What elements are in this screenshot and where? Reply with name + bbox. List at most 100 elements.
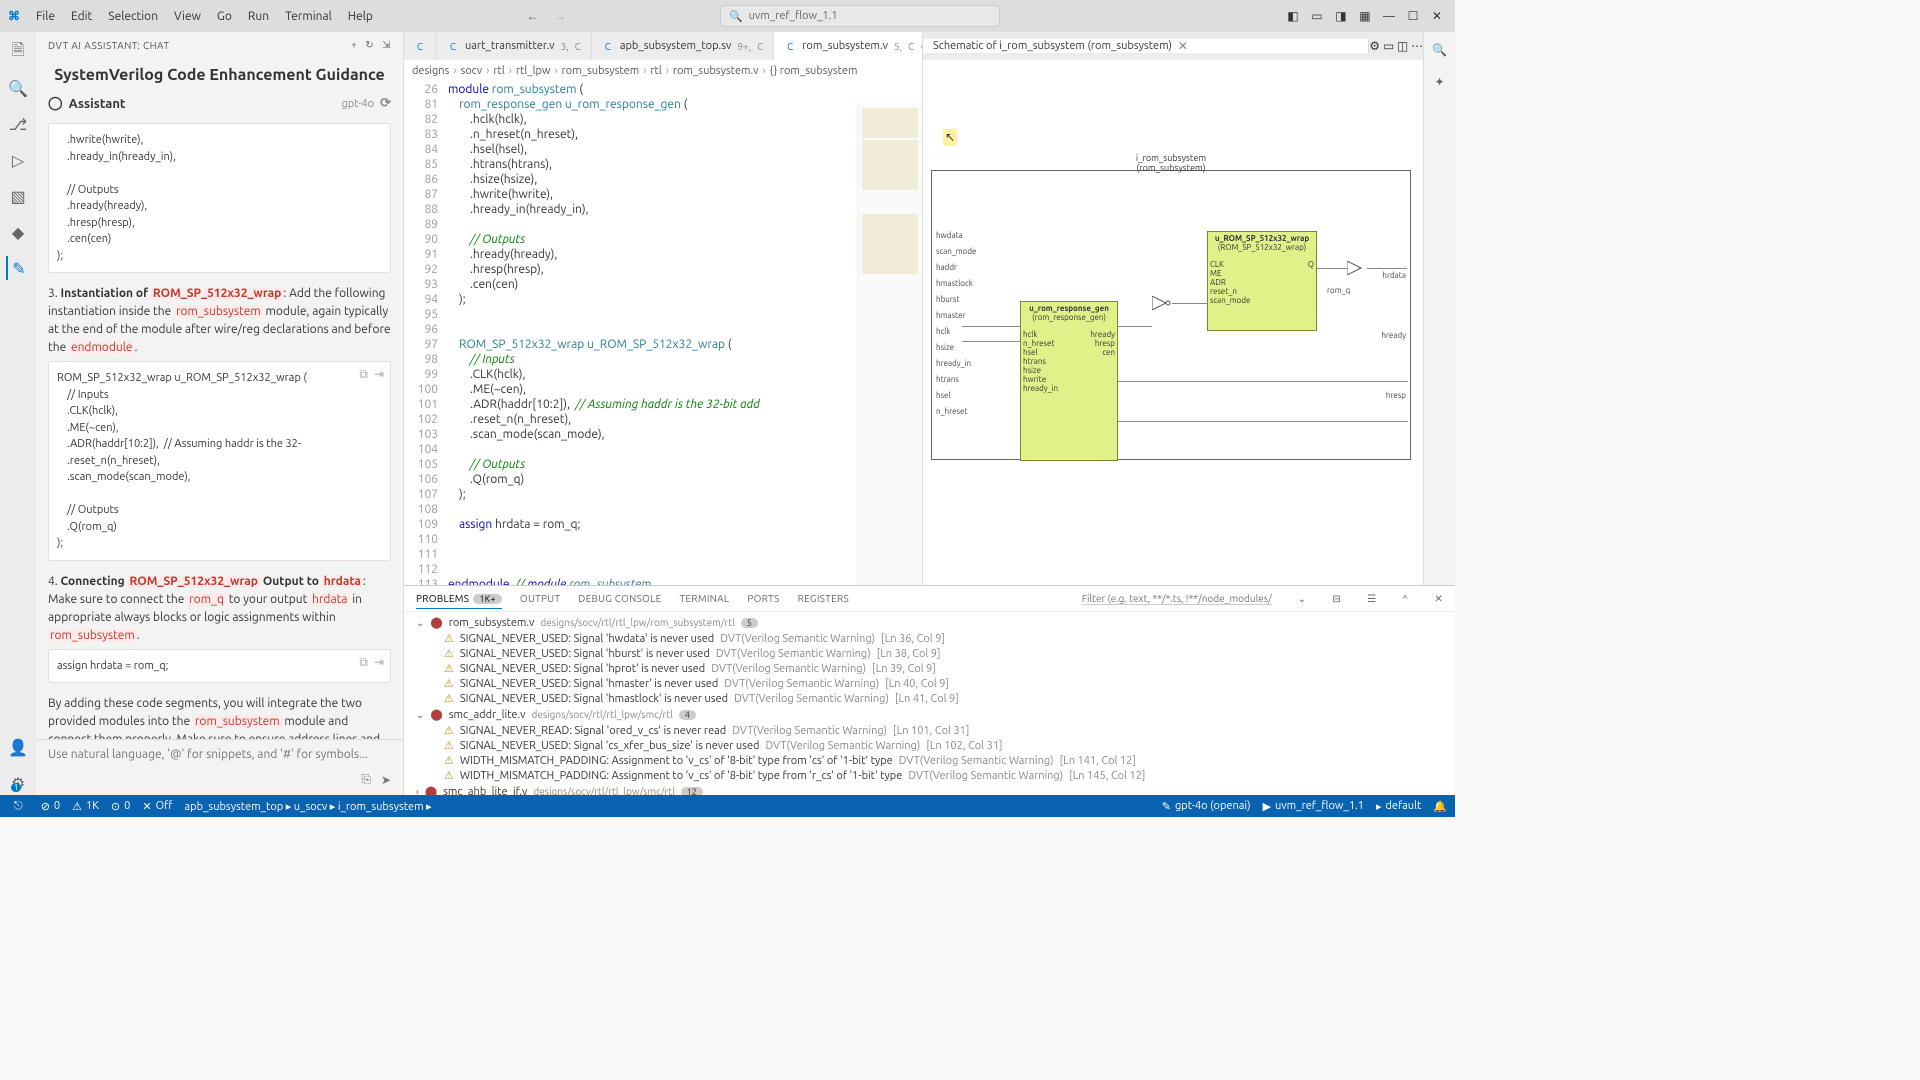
tab-apb[interactable]: Capb_subsystem_top.sv 9+,C — [592, 32, 774, 60]
close-tab-icon[interactable]: ✕ — [1178, 39, 1188, 53]
history-icon[interactable]: ↻ — [365, 39, 374, 51]
problem-item[interactable]: ⚠WIDTH_MISMATCH_PADDING: Assignment to '… — [404, 753, 1455, 768]
menu-file[interactable]: File — [28, 10, 63, 23]
tab-registers[interactable]: REGISTERS — [798, 589, 849, 608]
minimap[interactable] — [857, 104, 922, 585]
breadcrumbs[interactable]: designs› socv› rtl› rtl_lpw› rom_subsyst… — [404, 60, 922, 82]
menu-terminal[interactable]: Terminal — [277, 10, 340, 23]
run-debug-icon[interactable]: ▷ — [6, 148, 30, 172]
menu-help[interactable]: Help — [340, 10, 381, 23]
problem-file-row[interactable]: ⌄⬤ smc_addr_lite.v designs/socv/rtl/rtl_… — [404, 706, 1455, 723]
problem-item[interactable]: ⚠SIGNAL_NEVER_USED: Signal 'hmastlock' i… — [404, 691, 1455, 706]
close-panel-icon[interactable]: ✕ — [1434, 593, 1443, 605]
dvt-icon[interactable]: ◆ — [6, 220, 30, 244]
remote-indicator[interactable]: ⎋ — [8, 800, 29, 813]
status-warnings[interactable]: ⚠ 1K — [72, 800, 99, 813]
chevron-down-icon[interactable]: ⌄ — [416, 617, 424, 629]
chevron-down-icon[interactable]: › — [416, 786, 419, 795]
nav-forward-icon[interactable]: → — [550, 6, 570, 26]
command-center[interactable]: 🔍 uvm_ref_flow_1.1 — [720, 5, 1000, 27]
crumb[interactable]: rom_subsystem.v — [673, 65, 759, 77]
problem-item[interactable]: ⚠SIGNAL_NEVER_USED: Signal 'cs_xfer_bus_… — [404, 738, 1455, 753]
status-build[interactable]: ▸ default — [1376, 800, 1421, 813]
schematic-top-module[interactable]: i_rom_subsystem(rom_subsystem) hwdatasca… — [931, 170, 1411, 460]
problem-item[interactable]: ⚠WIDTH_MISMATCH_PADDING: Assignment to '… — [404, 768, 1455, 783]
layout-panel-icon[interactable]: ▭ — [1307, 6, 1327, 26]
window-close-icon[interactable]: ✕ — [1427, 6, 1447, 26]
problem-file-row[interactable]: ⌄⬤ rom_subsystem.v designs/socv/rtl/rtl_… — [404, 614, 1455, 631]
menu-run[interactable]: Run — [240, 10, 277, 23]
chat-input[interactable] — [48, 748, 391, 761]
problem-item[interactable]: ⚠SIGNAL_NEVER_USED: Signal 'hmaster' is … — [404, 676, 1455, 691]
status-project[interactable]: ▶ uvm_ref_flow_1.1 — [1263, 800, 1364, 813]
more-actions-icon[interactable]: ⋯ — [1411, 40, 1423, 53]
attach-icon[interactable]: ⎘ — [361, 773, 371, 787]
close-tab-icon[interactable]: ● — [920, 39, 922, 53]
problems-filter-input[interactable] — [1082, 593, 1272, 605]
schematic-canvas[interactable]: ↖ i_rom_subsystem(rom_subsystem) hwdatas… — [923, 60, 1423, 585]
status-errors[interactable]: ⊘ 0 — [41, 800, 60, 813]
problem-item[interactable]: ⚠SIGNAL_NEVER_USED: Signal 'hburst' is n… — [404, 646, 1455, 661]
crumb[interactable]: rtl_lpw — [516, 65, 551, 77]
chat-body[interactable]: .hwrite(hwrite), .hready_in(hready_in), … — [36, 115, 403, 739]
layout-primary-side-icon[interactable]: ◧ — [1283, 6, 1303, 26]
crumb[interactable]: designs — [412, 65, 449, 77]
search-rail-icon[interactable]: 🔍 — [1430, 40, 1450, 60]
menu-edit[interactable]: Edit — [63, 10, 100, 23]
crumb[interactable]: {} rom_subsystem — [770, 65, 858, 77]
block-rom-wrap[interactable]: u_ROM_SP_512x32_wrap(ROM_SP_512x32_wrap)… — [1207, 231, 1317, 331]
layout-customize-icon[interactable]: ▦ — [1355, 6, 1375, 26]
regenerate-icon[interactable]: ⟳ — [380, 96, 391, 111]
window-minimize-icon[interactable]: — — [1379, 6, 1399, 26]
view-as-tree-icon[interactable]: ☰ — [1367, 593, 1376, 605]
extensions-icon[interactable]: ▧ — [6, 184, 30, 208]
tab-output[interactable]: OUTPUT — [520, 589, 560, 608]
ai-assistant-icon[interactable]: ✎ — [6, 256, 30, 280]
tab-ports[interactable]: PORTS — [747, 589, 779, 608]
tools-rail-icon[interactable]: ✦ — [1430, 72, 1450, 92]
window-maximize-icon[interactable]: ☐ — [1403, 6, 1423, 26]
source-control-icon[interactable]: ⎇ — [6, 112, 30, 136]
problem-item[interactable]: ⚠SIGNAL_NEVER_READ: Signal 'ored_v_cs' i… — [404, 723, 1455, 738]
problem-item[interactable]: ⚠SIGNAL_NEVER_USED: Signal 'hwdata' is n… — [404, 631, 1455, 646]
send-icon[interactable]: ➤ — [381, 773, 391, 787]
code-content[interactable]: 26 81 82 83 84 85 86 87 88 89 90 91 92 9… — [404, 82, 922, 585]
problem-item[interactable]: ⚠SIGNAL_NEVER_USED: Signal 'hprot' is ne… — [404, 661, 1455, 676]
search-activity-icon[interactable]: 🔍 — [6, 76, 30, 100]
crumb[interactable]: rtl — [493, 65, 504, 77]
copy-icon[interactable]: ⧉ — [359, 654, 368, 672]
filter-icon[interactable]: ⌄ — [1298, 593, 1307, 605]
nav-back-icon[interactable]: ← — [522, 6, 542, 26]
tab-stub[interactable]: C — [404, 32, 437, 60]
status-hierarchy[interactable]: apb_subsystem_top ▸ u_socv ▸ i_rom_subsy… — [185, 800, 432, 813]
tab-schematic[interactable]: Schematic of i_rom_subsystem (rom_subsys… — [923, 39, 1369, 53]
settings-gear-icon[interactable]: ⚙1 — [6, 771, 30, 795]
menu-selection[interactable]: Selection — [100, 10, 166, 23]
layout-secondary-side-icon[interactable]: ◨ — [1331, 6, 1351, 26]
status-notifications-icon[interactable]: 🔔 — [1433, 800, 1447, 813]
problems-list[interactable]: ⌄⬤ rom_subsystem.v designs/socv/rtl/rtl_… — [404, 612, 1455, 795]
export-icon[interactable]: ⇲ — [382, 39, 391, 51]
maximize-panel-icon[interactable]: ^ — [1402, 593, 1408, 604]
status-ports[interactable]: ⊙ 0 — [111, 800, 130, 813]
menu-go[interactable]: Go — [209, 10, 240, 23]
menu-view[interactable]: View — [166, 10, 209, 23]
code-lines[interactable]: module rom_subsystem ( rom_response_gen … — [448, 82, 922, 585]
insert-icon[interactable]: ⇥ — [374, 366, 384, 384]
copy-icon[interactable]: ⧉ — [359, 366, 368, 384]
tab-rom-subsystem[interactable]: Crom_subsystem.v 5,C● — [774, 32, 922, 60]
tab-problems[interactable]: PROBLEMS1K+ — [416, 589, 502, 609]
insert-icon[interactable]: ⇥ — [374, 654, 384, 672]
problem-file-row[interactable]: ›⬤ smc_ahb_lite_if.v designs/socv/rtl/rt… — [404, 783, 1455, 795]
block-rom-response-gen[interactable]: u_rom_response_gen(rom_response_gen) hcl… — [1020, 301, 1118, 461]
new-chat-icon[interactable]: + — [351, 39, 357, 51]
maximize-group-icon[interactable]: ▭ — [1383, 40, 1394, 53]
model-label[interactable]: gpt-4o — [341, 98, 374, 110]
accounts-icon[interactable]: 👤 — [6, 735, 30, 759]
status-off[interactable]: ✕ Off — [142, 800, 172, 813]
crumb[interactable]: rtl — [650, 65, 661, 77]
settings-icon[interactable]: ⚙ — [1369, 40, 1380, 53]
crumb[interactable]: socv — [460, 65, 482, 77]
collapse-all-icon[interactable]: ⊟ — [1332, 593, 1341, 605]
explorer-icon[interactable]: 🗎 — [6, 40, 30, 64]
